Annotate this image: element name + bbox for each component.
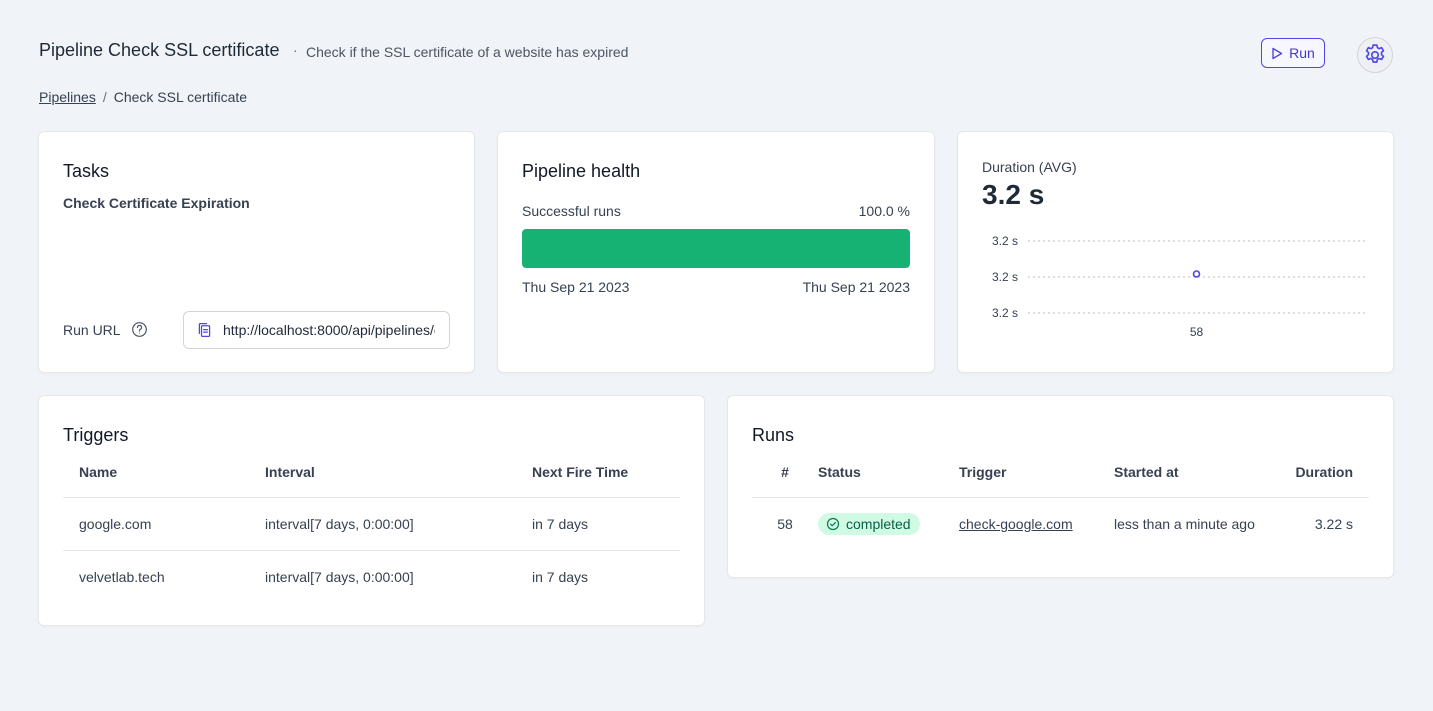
run-status-cell: completed xyxy=(818,498,959,551)
runs-header-row: # Status Trigger Started at Duration xyxy=(752,447,1369,498)
x-tick-label: 58 xyxy=(1190,325,1204,339)
health-title: Pipeline health xyxy=(522,161,641,181)
run-url-value: http://localhost:8000/api/pipelines/chec… xyxy=(223,322,435,338)
trigger-interval: interval[7 days, 0:00:00] xyxy=(265,569,414,585)
table-row[interactable]: velvetlab.tech interval[7 days, 0:00:00]… xyxy=(63,551,680,604)
duration-label: Duration (AVG) xyxy=(982,159,1077,175)
health-bar-fill xyxy=(522,229,910,268)
status-badge: completed xyxy=(818,513,920,535)
y-tick-label: 3.2 s xyxy=(992,270,1018,284)
trigger-next-fire: in 7 days xyxy=(532,569,589,585)
copy-icon[interactable] xyxy=(196,321,213,339)
health-end-date: Thu Sep 21 2023 xyxy=(802,279,910,295)
successful-runs-label: Successful runs xyxy=(522,203,621,219)
triggers-card: Triggers Name Interval Next Fire Time go… xyxy=(38,395,705,626)
col-started-at: Started at xyxy=(1114,447,1284,498)
run-button[interactable]: Run xyxy=(1261,38,1325,68)
trigger-interval: interval[7 days, 0:00:00] xyxy=(265,497,532,551)
gear-icon xyxy=(1365,44,1385,63)
trigger-name: velvetlab.tech xyxy=(79,569,165,585)
page-header: Pipeline Check SSL certificate · Check i… xyxy=(39,37,1399,73)
duration-chart: 3.2 s 3.2 s 3.2 s 58 xyxy=(992,234,1365,339)
col-name: Name xyxy=(63,447,265,498)
col-number: # xyxy=(752,447,818,498)
run-button-label: Run xyxy=(1289,45,1315,61)
page-title: Pipeline Check SSL certificate xyxy=(39,40,280,60)
triggers-title: Triggers xyxy=(63,425,129,445)
run-duration: 3.22 s xyxy=(1314,516,1353,532)
y-tick-label: 3.2 s xyxy=(992,306,1018,320)
col-status: Status xyxy=(818,447,959,498)
breadcrumb-separator: / xyxy=(102,89,107,105)
triggers-table: Name Interval Next Fire Time google.com … xyxy=(63,447,680,603)
tasks-title: Tasks xyxy=(63,161,110,181)
successful-runs-percent: 100.0 % xyxy=(858,203,910,219)
table-row[interactable]: google.com interval[7 days, 0:00:00] in … xyxy=(63,497,680,551)
run-url-label: Run URL xyxy=(63,321,121,338)
title-separator: · xyxy=(293,42,298,58)
col-interval: Interval xyxy=(265,447,532,498)
breadcrumb-pipelines-link[interactable]: Pipelines xyxy=(39,89,96,105)
duration-value: 3.2 s xyxy=(982,179,1045,210)
trigger-next-fire: in 7 days xyxy=(532,497,680,551)
table-row[interactable]: 58 completed check-google.com less than … xyxy=(752,498,1369,551)
breadcrumb-current: Check SSL certificate xyxy=(113,89,248,105)
runs-card: Runs # Status Trigger Started at Duratio… xyxy=(727,395,1394,578)
run-started-at: less than a minute ago xyxy=(1114,516,1255,532)
check-circle-icon xyxy=(826,517,840,531)
chart-point[interactable] xyxy=(1192,270,1201,278)
pipeline-health-card: Pipeline health Successful runs 100.0 % … xyxy=(497,131,935,373)
settings-button[interactable] xyxy=(1357,37,1393,73)
tasks-card: Tasks Check Certificate Expiration Run U… xyxy=(38,131,475,373)
health-dates-row: Thu Sep 21 2023 Thu Sep 21 2023 xyxy=(522,279,910,295)
triggers-header-row: Name Interval Next Fire Time xyxy=(63,447,680,498)
health-bar xyxy=(522,229,910,268)
col-next-fire-time: Next Fire Time xyxy=(532,447,680,498)
play-icon xyxy=(1272,47,1283,59)
status-badge-label: completed xyxy=(846,516,911,532)
duration-card: Duration (AVG) 3.2 s 3.2 s 3.2 s 3.2 s 58 xyxy=(957,131,1394,373)
run-number: 58 xyxy=(777,516,793,532)
col-trigger: Trigger xyxy=(959,447,1114,498)
col-duration: Duration xyxy=(1284,447,1369,498)
task-item[interactable]: Check Certificate Expiration xyxy=(63,195,250,211)
y-tick-label: 3.2 s xyxy=(992,234,1018,248)
run-url-field[interactable]: http://localhost:8000/api/pipelines/chec… xyxy=(183,311,450,349)
breadcrumb: Pipelines / Check SSL certificate xyxy=(39,89,247,105)
run-trigger-link[interactable]: check-google.com xyxy=(959,516,1073,532)
question-circle-icon[interactable] xyxy=(131,321,148,338)
health-stats-row: Successful runs 100.0 % xyxy=(522,203,910,219)
health-start-date: Thu Sep 21 2023 xyxy=(522,279,630,295)
runs-title: Runs xyxy=(752,425,795,445)
page-subtitle: Check if the SSL certificate of a websit… xyxy=(306,44,629,60)
run-url-label-group: Run URL xyxy=(63,321,148,338)
trigger-name: google.com xyxy=(63,497,265,551)
run-trigger-cell: check-google.com xyxy=(959,498,1114,551)
runs-table: # Status Trigger Started at Duration 58 … xyxy=(752,447,1369,550)
